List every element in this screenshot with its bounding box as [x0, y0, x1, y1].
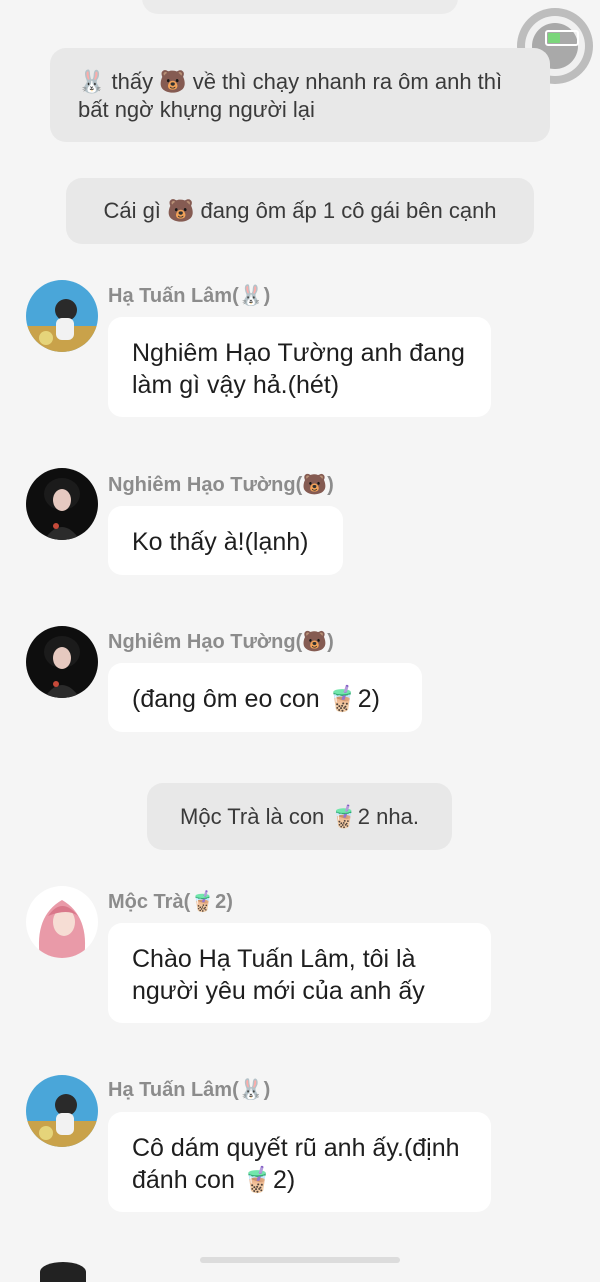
battery-icon: [545, 30, 579, 46]
avatar-boy-blue-icon: [26, 1075, 98, 1147]
system-message-text: 🐰 thấy 🐻 về thì chạy nhanh ra ôm anh thì…: [78, 69, 503, 122]
message-bubble[interactable]: Cô dám quyết rũ anh ấy.(định đánh con 🧋2…: [108, 1112, 491, 1212]
message-text: Chào Hạ Tuấn Lâm, tôi là người yêu mới c…: [132, 945, 425, 1005]
message-bubble[interactable]: (đang ôm eo con 🧋2): [108, 663, 422, 732]
sender-name: Nghiêm Hạo Tường(🐻): [108, 631, 334, 653]
avatar-pink-girl-icon: [26, 886, 98, 958]
system-message: Mộc Trà là con 🧋2 nha.: [147, 783, 452, 850]
avatar[interactable]: [26, 626, 98, 698]
message-bubble[interactable]: Ko thấy à!(lạnh): [108, 506, 343, 575]
message-text: Ko thấy à!(lạnh): [132, 528, 309, 556]
avatar-dark-icon: [26, 468, 98, 540]
sender-name: Mộc Trà(🧋2): [108, 891, 233, 913]
avatar-dark-icon: [26, 626, 98, 698]
sender-name: Nghiêm Hạo Tường(🐻): [108, 474, 334, 496]
system-message-text: Mộc Trà là con 🧋2 nha.: [180, 804, 419, 829]
avatar[interactable]: [26, 886, 98, 958]
avatar[interactable]: [26, 1075, 98, 1147]
battery-level: [548, 33, 560, 43]
system-message-text: Cái gì 🐻 đang ôm ấp 1 cô gái bên cạnh: [103, 198, 497, 223]
message-bubble[interactable]: Chào Hạ Tuấn Lâm, tôi là người yêu mới c…: [108, 923, 491, 1023]
sender-name: Hạ Tuấn Lâm(🐰): [108, 1079, 271, 1101]
message-text: Nghiêm Hạo Tường anh đang làm gì vậy hả.…: [132, 339, 465, 399]
avatar[interactable]: [26, 468, 98, 540]
message-text: Cô dám quyết rũ anh ấy.(định đánh con 🧋2…: [132, 1134, 460, 1194]
sender-name: Hạ Tuấn Lâm(🐰): [108, 285, 271, 307]
avatar-partial: [40, 1262, 86, 1282]
home-indicator[interactable]: [200, 1257, 400, 1263]
avatar[interactable]: [26, 280, 98, 352]
system-message: 🐰 thấy 🐻 về thì chạy nhanh ra ôm anh thì…: [50, 48, 550, 142]
message-text: (đang ôm eo con 🧋2): [132, 685, 380, 713]
avatar-boy-blue-icon: [26, 280, 98, 352]
previous-message-partial: [142, 0, 458, 14]
system-message: Cái gì 🐻 đang ôm ấp 1 cô gái bên cạnh: [66, 178, 534, 244]
message-bubble[interactable]: Nghiêm Hạo Tường anh đang làm gì vậy hả.…: [108, 317, 491, 417]
